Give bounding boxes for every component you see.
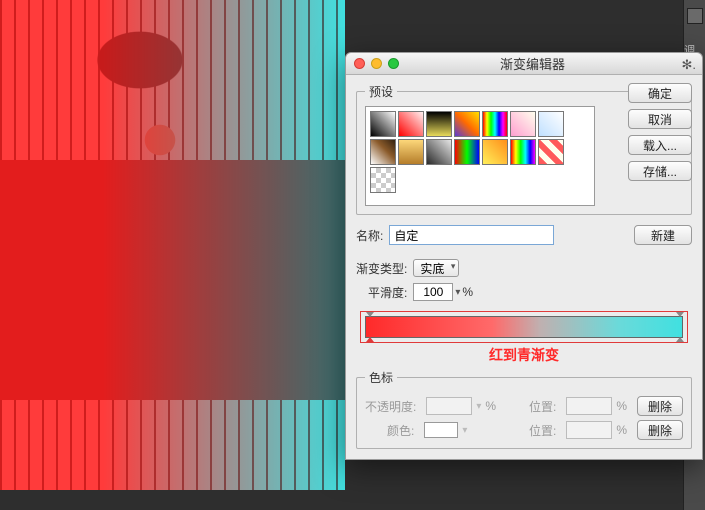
color-position-input xyxy=(566,421,612,439)
color-stop-label: 色标 xyxy=(365,369,397,386)
preset-swatch[interactable] xyxy=(538,139,564,165)
presets-menu-icon[interactable]: ✻. xyxy=(681,57,696,73)
color-stop-right[interactable] xyxy=(674,337,684,347)
presets-label: 预设 xyxy=(365,83,397,100)
ok-button[interactable]: 确定 xyxy=(628,83,692,103)
save-button[interactable]: 存储... xyxy=(628,161,692,181)
close-icon[interactable] xyxy=(354,58,365,69)
opacity-stop-right[interactable] xyxy=(674,307,684,317)
preset-swatch[interactable] xyxy=(510,111,536,137)
preset-swatch[interactable] xyxy=(370,139,396,165)
preset-swatch[interactable] xyxy=(482,139,508,165)
smoothness-label: 平滑度: xyxy=(368,284,407,301)
position-label-1: 位置: xyxy=(529,398,556,415)
preset-swatch[interactable] xyxy=(454,139,480,165)
stepper-icon[interactable]: ▾ xyxy=(455,287,460,298)
percent-label-2: % xyxy=(485,399,496,413)
position-label-2: 位置: xyxy=(529,422,556,439)
gradient-preview-region xyxy=(360,311,688,343)
delete-color-stop-button[interactable]: 删除 xyxy=(637,420,683,440)
adjustments-icon[interactable] xyxy=(687,8,703,24)
opacity-stop-left[interactable] xyxy=(364,307,374,317)
canvas-duotone-image xyxy=(0,0,345,490)
color-label: 颜色: xyxy=(387,422,414,439)
percent-label-1: % xyxy=(462,285,473,299)
presets-list[interactable] xyxy=(365,106,595,206)
gradient-bar[interactable] xyxy=(365,316,683,338)
delete-opacity-stop-button[interactable]: 删除 xyxy=(637,396,683,416)
color-well[interactable] xyxy=(424,422,458,438)
name-label: 名称: xyxy=(356,227,383,244)
preset-swatch[interactable] xyxy=(538,111,564,137)
gradient-type-value: 实底 xyxy=(420,262,444,276)
new-button[interactable]: 新建 xyxy=(634,225,692,245)
cancel-button[interactable]: 取消 xyxy=(628,109,692,129)
gradient-type-label: 渐变类型: xyxy=(356,260,407,277)
preset-swatch[interactable] xyxy=(398,111,424,137)
gradient-editor-dialog: 渐变编辑器 确定 取消 载入... 存储... 预设 ✻. xyxy=(345,52,703,460)
chevron-down-icon: ▾ xyxy=(476,401,481,412)
preset-swatch[interactable] xyxy=(510,139,536,165)
percent-label-3: % xyxy=(616,399,627,413)
gradient-name-input[interactable] xyxy=(389,225,554,245)
percent-label-4: % xyxy=(616,423,627,437)
dialog-title: 渐变编辑器 xyxy=(371,54,694,73)
gradient-annotation: 红到青渐变 xyxy=(356,345,692,365)
opacity-position-input xyxy=(566,397,612,415)
preset-swatch[interactable] xyxy=(426,139,452,165)
chevron-down-icon[interactable]: ▾ xyxy=(462,425,467,436)
dialog-action-buttons: 确定 取消 载入... 存储... xyxy=(628,83,692,181)
preset-swatch[interactable] xyxy=(398,139,424,165)
preset-swatch[interactable] xyxy=(370,167,396,193)
gradient-type-select[interactable]: 实底 xyxy=(413,259,459,277)
preset-swatch[interactable] xyxy=(370,111,396,137)
preset-swatch[interactable] xyxy=(482,111,508,137)
opacity-input xyxy=(426,397,472,415)
color-stop-left[interactable] xyxy=(364,337,374,347)
color-stop-fieldset: 色标 不透明度: ▾ % 位置: % 删除 颜色: ▾ 位置: % 删除 xyxy=(356,369,692,449)
opacity-label: 不透明度: xyxy=(365,398,416,415)
load-button[interactable]: 载入... xyxy=(628,135,692,155)
smoothness-input[interactable] xyxy=(413,283,453,301)
preset-swatch[interactable] xyxy=(426,111,452,137)
preset-swatch[interactable] xyxy=(454,111,480,137)
dialog-titlebar[interactable]: 渐变编辑器 xyxy=(346,53,702,75)
